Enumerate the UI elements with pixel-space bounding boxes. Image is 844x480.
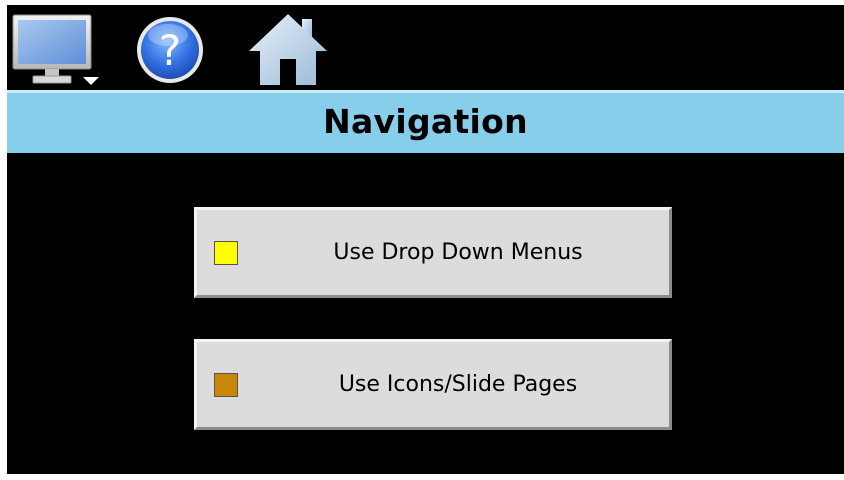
home-button[interactable] [247, 9, 329, 87]
option-label: Use Drop Down Menus [333, 240, 583, 265]
home-icon [249, 14, 327, 85]
use-drop-down-menus-button[interactable]: Use Drop Down Menus [194, 207, 672, 298]
navigation-screen: ? Navigation Use Drop Down Menus Use Ico… [7, 5, 844, 474]
monitor-menu-button[interactable] [11, 9, 101, 87]
help-icon: ? [137, 17, 203, 83]
title-bar: Navigation [7, 90, 844, 153]
monitor-icon [12, 14, 99, 85]
use-icons-slide-pages-button[interactable]: Use Icons/Slide Pages [194, 339, 672, 430]
help-button[interactable]: ? [133, 9, 207, 87]
option-label: Use Icons/Slide Pages [338, 372, 578, 397]
help-glyph: ? [159, 26, 181, 75]
selection-indicator [214, 373, 238, 397]
page-title: Navigation [323, 102, 528, 141]
top-toolbar: ? [7, 5, 844, 90]
selection-indicator [214, 241, 238, 265]
